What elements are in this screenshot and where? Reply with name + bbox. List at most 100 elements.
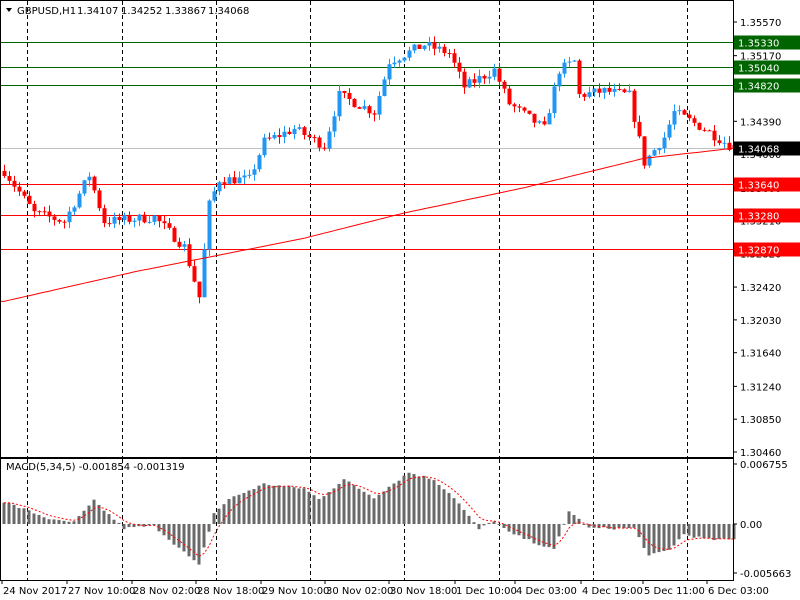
candle-body xyxy=(597,88,602,93)
macd-histogram-bar xyxy=(157,524,161,532)
y-tick-label: 1.32030 xyxy=(740,316,781,327)
candle-body xyxy=(72,207,77,212)
macd-histogram-bar xyxy=(572,515,576,524)
candle-body xyxy=(282,131,287,138)
price-level-label: 1.33640 xyxy=(738,181,779,192)
candle-body xyxy=(62,221,67,223)
macd-histogram-bar xyxy=(222,504,226,524)
macd-histogram-bar xyxy=(192,524,196,561)
candle-body xyxy=(307,135,312,138)
macd-histogram-bar xyxy=(547,524,551,548)
macd-histogram-bar xyxy=(217,508,221,524)
dropdown-triangle-icon[interactable] xyxy=(6,8,12,12)
candle-body xyxy=(342,91,347,93)
macd-histogram-bar xyxy=(107,514,111,524)
candle-body xyxy=(502,81,507,89)
candle-body xyxy=(717,140,722,144)
price-chart[interactable]: 1.355701.351701.343901.340001.336001.332… xyxy=(0,0,800,600)
candle-body xyxy=(207,200,212,250)
macd-histogram-bar xyxy=(442,489,446,524)
candle-body xyxy=(462,71,467,88)
x-tick-label: 30 Nov 02:00 xyxy=(326,586,393,597)
macd-histogram-bar xyxy=(557,524,561,537)
candle-body xyxy=(432,42,437,49)
macd-histogram-bar xyxy=(497,524,501,525)
macd-histogram-bar xyxy=(167,524,171,540)
candle-body xyxy=(392,62,397,65)
candle-body xyxy=(297,127,302,129)
macd-histogram-bar xyxy=(162,524,166,536)
candle-body xyxy=(482,75,487,79)
candle-body xyxy=(162,221,167,224)
candle-body xyxy=(212,191,217,201)
candle-body xyxy=(602,87,607,93)
y-tick-label: 1.35570 xyxy=(740,18,781,29)
macd-y-tick-label: 0.00 xyxy=(740,520,762,531)
macd-histogram-bar xyxy=(197,524,201,565)
macd-histogram-bar xyxy=(717,524,721,539)
macd-histogram-bar xyxy=(22,508,26,524)
y-tick-label: 1.31240 xyxy=(740,382,781,393)
macd-histogram-bar xyxy=(62,520,66,524)
candle-body xyxy=(547,113,552,125)
macd-histogram-bar xyxy=(612,524,616,530)
candle-body xyxy=(652,150,657,156)
candle-body xyxy=(272,135,277,139)
macd-histogram-bar xyxy=(12,504,16,524)
candle-body xyxy=(542,121,547,125)
macd-histogram-bar xyxy=(582,524,586,525)
macd-histogram-bar xyxy=(522,524,526,539)
candle-body xyxy=(507,88,512,105)
macd-histogram-bar xyxy=(472,522,476,524)
candle-body xyxy=(642,136,647,166)
macd-histogram-bar xyxy=(702,524,706,539)
macd-histogram-bar xyxy=(37,514,41,524)
macd-histogram-bar xyxy=(272,485,276,524)
macd-histogram-bar xyxy=(677,524,681,540)
macd-histogram-bar xyxy=(417,476,421,524)
macd-histogram-bar xyxy=(422,475,426,524)
candle-body xyxy=(552,86,557,114)
candle-body xyxy=(57,219,62,222)
macd-histogram-bar xyxy=(2,502,6,524)
moving-average-line xyxy=(0,147,735,302)
macd-histogram-bar xyxy=(367,494,371,524)
macd-histogram-bar xyxy=(502,524,506,529)
candle-body xyxy=(312,137,317,139)
candle-body xyxy=(102,208,107,224)
candle-body xyxy=(132,220,137,222)
candle-body xyxy=(197,281,202,298)
candle-body xyxy=(202,249,207,298)
macd-histogram-bar xyxy=(282,486,286,524)
candle-body xyxy=(447,52,452,54)
macd-histogram-bar xyxy=(607,524,611,529)
macd-histogram-bar xyxy=(237,494,241,524)
y-tick-label: 1.30850 xyxy=(740,415,781,426)
candle-body xyxy=(252,169,257,175)
candle-body xyxy=(667,124,672,138)
close-value: 1.34068 xyxy=(208,6,249,17)
macd-histogram-bar xyxy=(352,485,356,524)
macd-histogram-bar xyxy=(537,524,541,546)
candle-body xyxy=(152,215,157,222)
candle-body xyxy=(632,90,637,122)
candle-body xyxy=(572,60,577,62)
macd-histogram-bar xyxy=(487,522,491,524)
candle-body xyxy=(467,79,472,88)
candle-body xyxy=(627,90,632,93)
macd-histogram-bar xyxy=(242,492,246,524)
macd-histogram-bar xyxy=(722,524,726,539)
candle-body xyxy=(577,60,582,95)
candle-body xyxy=(337,91,342,117)
low-value: 1.33867 xyxy=(165,6,206,17)
macd-histogram-bar xyxy=(427,478,431,524)
candle-body xyxy=(512,104,517,107)
candle-body xyxy=(407,50,412,58)
candle-body xyxy=(137,214,142,221)
macd-histogram-bar xyxy=(7,502,11,524)
macd-histogram-bar xyxy=(632,524,636,528)
macd-histogram-bar xyxy=(52,519,56,524)
macd-histogram-bar xyxy=(122,524,126,530)
candle-body xyxy=(332,116,337,132)
candle-body xyxy=(42,211,47,213)
